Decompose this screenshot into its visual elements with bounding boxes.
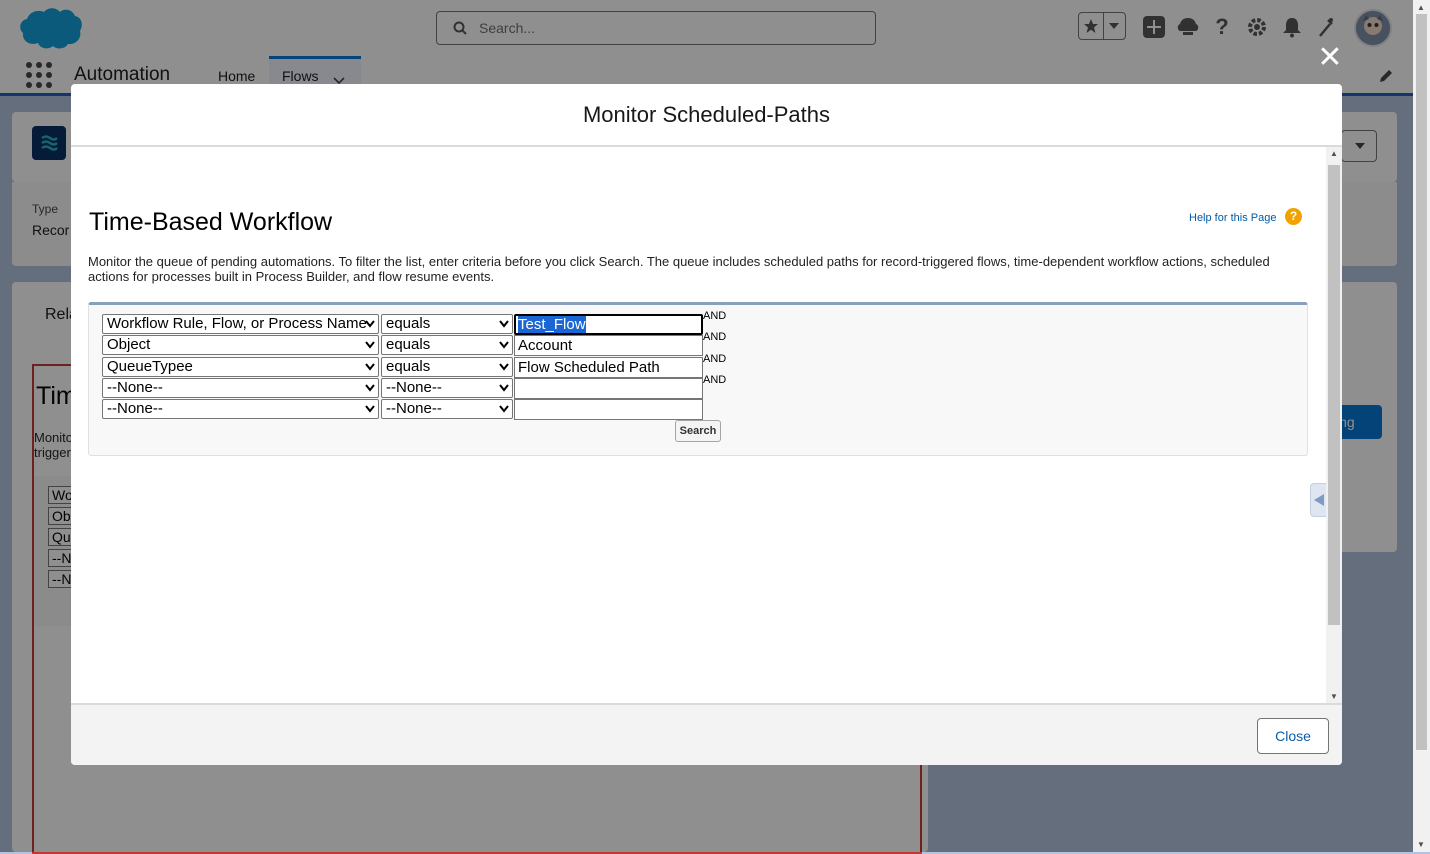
- filter-criteria-box: Workflow Rule, Flow, or Process Name equ…: [88, 302, 1326, 517]
- filter-operator-value: --None--: [386, 400, 442, 417]
- modal-close-x-icon[interactable]: ✕: [1316, 43, 1344, 73]
- filter-connector: AND: [703, 353, 727, 365]
- modal-scrollbar-thumb[interactable]: [1328, 165, 1340, 625]
- scroll-down-arrow-icon[interactable]: ▼: [1417, 840, 1425, 849]
- modal-body: Time-Based Workflow Help for this Page ?…: [71, 147, 1342, 703]
- scroll-down-arrow-icon[interactable]: ▼: [1330, 692, 1338, 701]
- chevron-down-icon: [499, 363, 509, 371]
- filter-field-select[interactable]: QueueTypee: [102, 357, 379, 377]
- filter-field-select[interactable]: Object: [102, 335, 379, 355]
- page-title: Time-Based Workflow: [89, 208, 333, 236]
- filter-operator-select[interactable]: equals: [381, 335, 513, 355]
- scroll-up-arrow-icon[interactable]: ▲: [1330, 149, 1338, 158]
- filter-value-input[interactable]: [514, 378, 703, 399]
- filter-value-input[interactable]: Flow Scheduled Path: [514, 357, 703, 378]
- modal-body-scrollbar[interactable]: ▲ ▼: [1326, 147, 1342, 703]
- help-for-page-link[interactable]: Help for this Page: [1189, 212, 1276, 224]
- filter-operator-select[interactable]: equals: [381, 314, 513, 334]
- filter-field-select[interactable]: Workflow Rule, Flow, or Process Name: [102, 314, 379, 334]
- chevron-down-icon: [365, 341, 375, 349]
- filter-field-value: --None--: [107, 400, 163, 417]
- modal-footer: Close: [71, 703, 1342, 765]
- modal-title: Monitor Scheduled-Paths: [582, 101, 831, 127]
- filter-operator-value: equals: [386, 315, 431, 332]
- filter-operator-value: equals: [386, 358, 431, 375]
- filter-field-select[interactable]: --None--: [102, 399, 379, 419]
- window-scrollbar-thumb[interactable]: [1416, 14, 1427, 750]
- filter-operator-select[interactable]: --None--: [381, 399, 513, 419]
- filter-value-input[interactable]: Account: [514, 335, 703, 356]
- filter-value-text: Test_Flow: [518, 316, 586, 333]
- filter-connector: AND: [703, 331, 727, 343]
- filter-field-value: Object: [107, 336, 151, 353]
- filter-operator-value: --None--: [386, 379, 442, 396]
- filter-field-value: --None--: [107, 379, 163, 396]
- chevron-down-icon: [499, 384, 509, 392]
- filter-operator-select[interactable]: equals: [381, 357, 513, 377]
- filter-value-input[interactable]: Test_Flow: [514, 314, 703, 335]
- help-question-icon[interactable]: ?: [1285, 208, 1302, 225]
- filter-operator-value: equals: [386, 336, 431, 353]
- filter-field-value: Workflow Rule, Flow, or Process Name: [107, 315, 367, 332]
- modal-header: Monitor Scheduled-Paths: [71, 84, 1342, 147]
- chevron-down-icon: [365, 363, 375, 371]
- chevron-down-icon: [365, 405, 375, 413]
- chevron-down-icon: [365, 384, 375, 392]
- close-button[interactable]: Close: [1257, 718, 1329, 754]
- chevron-down-icon: [499, 320, 509, 328]
- page-description: Monitor the queue of pending automations…: [88, 254, 1270, 284]
- monitor-scheduled-paths-modal: Monitor Scheduled-Paths Time-Based Workf…: [71, 84, 1342, 765]
- search-button[interactable]: Search: [675, 420, 721, 442]
- filter-connector: AND: [703, 374, 727, 386]
- filter-value-input[interactable]: [514, 399, 703, 420]
- filter-field-select[interactable]: --None--: [102, 378, 379, 398]
- filter-field-value: QueueTypee: [107, 358, 193, 375]
- chevron-down-icon: [365, 320, 375, 328]
- scroll-up-arrow-icon[interactable]: ▲: [1417, 3, 1425, 12]
- collapse-side-panel-tab[interactable]: [1310, 483, 1326, 517]
- chevron-down-icon: [499, 405, 509, 413]
- filter-connector: AND: [703, 310, 727, 322]
- chevron-down-icon: [499, 341, 509, 349]
- window-scrollbar[interactable]: ▲ ▼: [1413, 0, 1430, 852]
- filter-operator-select[interactable]: --None--: [381, 378, 513, 398]
